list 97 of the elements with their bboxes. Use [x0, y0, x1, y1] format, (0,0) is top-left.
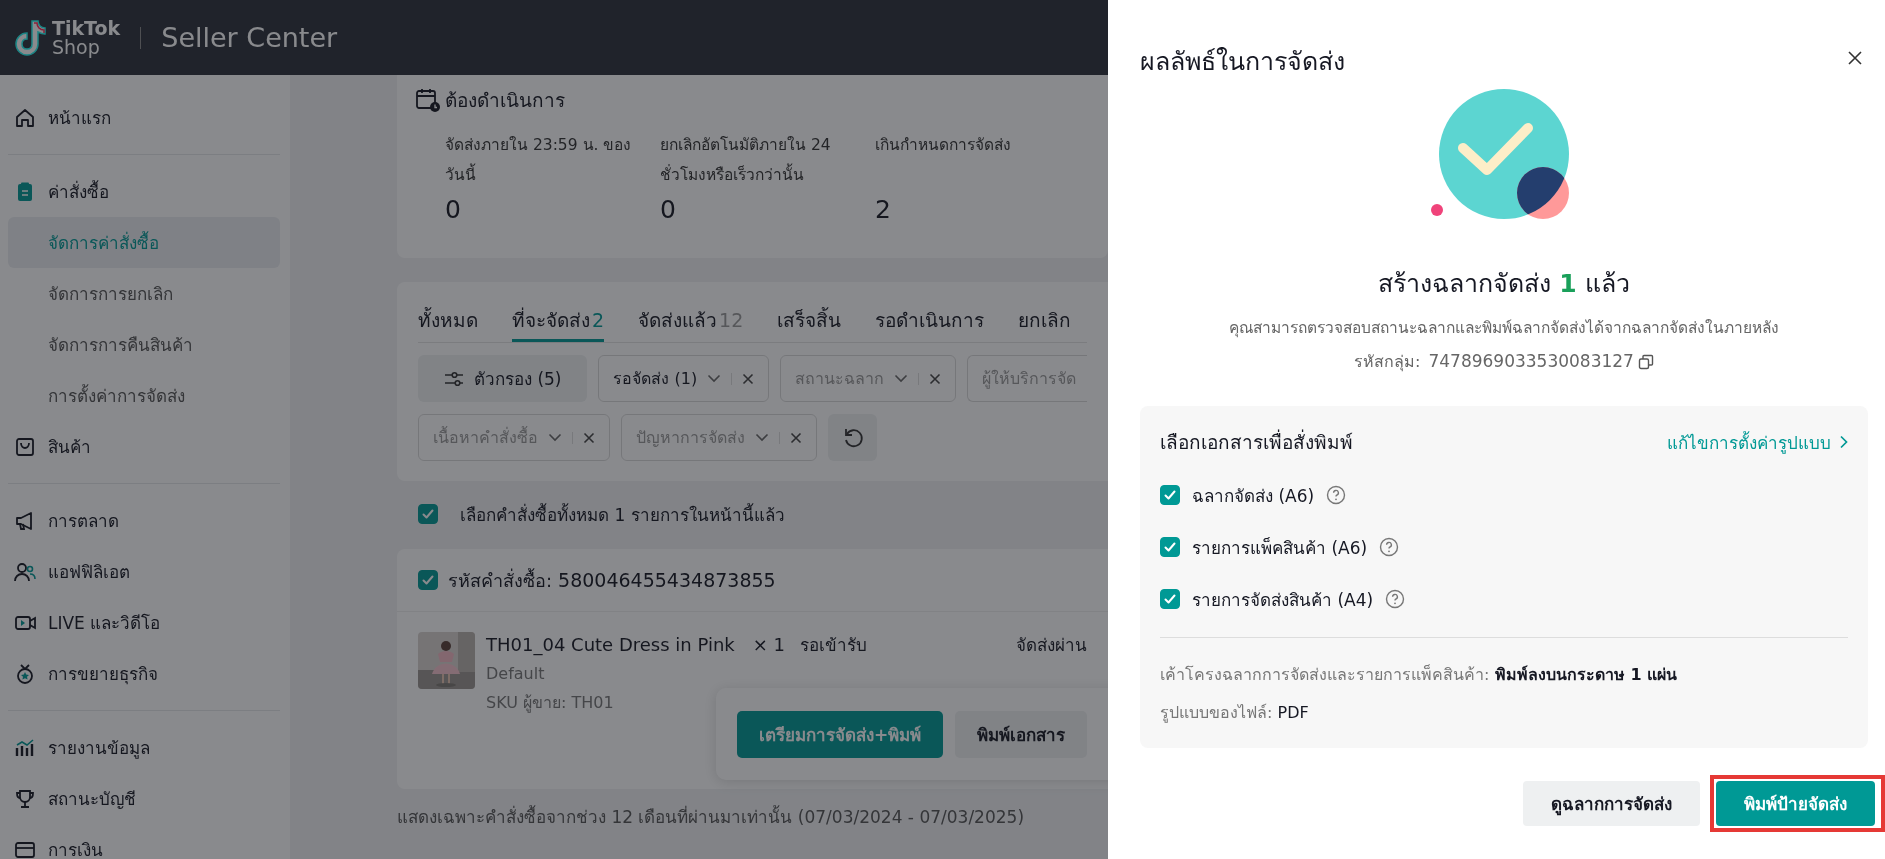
checkmark-icon	[421, 507, 435, 521]
chevron-right-icon	[1839, 435, 1848, 449]
product-name: TH01_04 Cute Dress in Pink	[486, 633, 735, 658]
sidebar-label: ค่าสั่งซื้อ	[48, 179, 109, 204]
checkbox[interactable]	[1160, 537, 1180, 557]
people-icon	[14, 560, 36, 583]
close-icon[interactable]	[1847, 50, 1863, 66]
footnote: แสดงเฉพาะคำสั่งซื้อจากช่วง 12 เดือนที่ผ่านมาเท่านั้น (07/03/2024 - 07/03/2025)	[397, 806, 1025, 828]
tab[interactable]: เสร็จสิ้น	[777, 302, 842, 342]
checkbox[interactable]	[1160, 485, 1180, 505]
metric-label: ยกเลิกอัตโนมัติภายใน 24 ชั่วโมงหรือเร็วกว่านั้น	[660, 135, 832, 186]
tab[interactable]: รอดำเนินการ	[875, 302, 985, 342]
home-icon	[14, 106, 36, 129]
metric-value: 0	[445, 194, 462, 226]
chevron-down-icon	[755, 433, 769, 442]
calendar-clock-icon	[415, 87, 441, 113]
checkmark-icon	[1163, 488, 1177, 502]
help-icon[interactable]	[1379, 537, 1400, 557]
sidebar-item[interactable]: การเงิน	[8, 824, 280, 859]
medal-icon	[14, 662, 36, 685]
checkmark-icon	[1163, 540, 1177, 554]
result-headline: สร้างฉลากจัดส่ง 1 แล้ว	[1377, 268, 1631, 300]
sidebar-item[interactable]: การตลาด	[8, 495, 280, 546]
tiktok-logo-icon	[14, 18, 46, 57]
metric-label: เกินกำหนดการจัดส่ง	[875, 135, 1012, 156]
order-id: รหัสคำสั่งซื้อ: 580046455434873855	[448, 567, 776, 593]
filter-button[interactable]: ตัวกรอง (5)	[418, 355, 588, 402]
sidebar-label: การเงิน	[48, 839, 103, 859]
sidebar-item[interactable]: สินค้า	[8, 421, 280, 472]
app-title: Seller Center	[161, 22, 338, 53]
sidebar-label: สินค้า	[48, 436, 91, 459]
filter-icon	[444, 370, 464, 387]
checkmark-icon	[421, 573, 435, 587]
section-title: ต้องดำเนินการ	[445, 88, 565, 113]
tab[interactable]: ที่จะจัดส่ง 2	[512, 302, 605, 342]
sidebar-label: LIVE และวิดีโอ	[48, 612, 161, 635]
sidebar-label: การขยายธุรกิจ	[48, 663, 158, 687]
sidebar-label: สถานะบัญชี	[48, 788, 136, 811]
info-line: รูปแบบของไฟล์: PDF	[1160, 702, 1310, 725]
document-label: ฉลากจัดส่ง (A6)	[1192, 484, 1315, 508]
order-status: รอเข้ารับ	[800, 634, 868, 657]
chevron-down-icon	[894, 374, 909, 383]
metric-label: จัดส่งภายใน 23:59 น. ของวันนี้	[445, 135, 633, 186]
help-icon[interactable]	[1326, 485, 1347, 505]
reset-button[interactable]	[828, 414, 877, 461]
sidebar-item[interactable]: แอฟฟิลิเอต	[8, 546, 280, 597]
help-icon[interactable]	[1385, 589, 1406, 609]
metric-value: 0	[660, 194, 677, 226]
info-line: เค้าโครงฉลากการจัดส่งและรายการแพ็คสินค้า: พิมพ์ลงบนกระดาษ 1 แผ่น	[1160, 663, 1679, 686]
sidebar-item[interactable]: ค่าสั่งซื้อ	[8, 166, 280, 217]
checkmark-icon	[1163, 592, 1177, 606]
panel-title: เลือกเอกสารเพื่อสั่งพิมพ์	[1160, 428, 1353, 455]
sidebar-label: หน้าแรก	[48, 107, 111, 130]
chevron-down-icon	[707, 374, 722, 383]
copy-icon[interactable]	[1637, 353, 1654, 370]
logo-text: TikTok	[52, 18, 121, 38]
document-label: รายการจัดส่งสินค้า (A4)	[1192, 588, 1374, 612]
sidebar-subitem[interactable]: จัดการการยกเลิก	[8, 268, 280, 319]
sidebar-item[interactable]: รายงานข้อมูล	[8, 722, 280, 773]
sidebar-subitem[interactable]: การตั้งค่าการจัดส่ง	[8, 370, 280, 421]
sidebar-label: แอฟฟิลิเอต	[48, 561, 130, 584]
clear-icon[interactable]	[742, 372, 755, 385]
logo-text: Shop	[52, 37, 101, 57]
drawer-title: ผลลัพธ์ในการจัดส่ง	[1140, 46, 1345, 78]
product-variant: Default	[486, 663, 546, 685]
product-sku: SKU ผู้ขาย: TH01	[486, 692, 615, 715]
document-label: รายการแพ็คสินค้า (A6)	[1192, 536, 1368, 560]
clear-icon[interactable]	[929, 372, 942, 385]
sidebar-label: การตลาด	[48, 510, 119, 533]
bar-chart-icon	[14, 736, 36, 759]
view-labels-button[interactable]: ดูฉลากการจัดส่ง	[1523, 781, 1700, 826]
bag-icon	[14, 435, 36, 458]
tab[interactable]: ยกเลิก	[1018, 302, 1072, 342]
description: คุณสามารถตรวจสอบสถานะฉลากและพิมพ์ฉลากจัดส่งได้จากฉลากจัดส่งในภายหลัง	[1228, 318, 1780, 339]
select-all-label: เลือกคำสั่งซื้อทั้งหมด 1 รายการในหน้านี้แล้ว	[460, 502, 785, 527]
product-quantity: × 1	[752, 633, 785, 657]
shipping-label: จัดส่งผ่าน	[1016, 634, 1087, 657]
sidebar-item[interactable]: หน้าแรก	[8, 92, 280, 143]
checkbox[interactable]	[1160, 589, 1180, 609]
clear-icon[interactable]	[583, 431, 595, 444]
trophy-icon	[14, 787, 36, 810]
sidebar-subitem[interactable]: จัดการการคืนสินค้า	[8, 319, 280, 370]
edit-format-link[interactable]: แก้ไขการตั้งค่ารูปแบบ	[1667, 428, 1848, 456]
sidebar-label: รายงานข้อมูล	[48, 737, 150, 761]
sidebar-item[interactable]: สถานะบัญชี	[8, 773, 280, 824]
clear-icon[interactable]	[790, 431, 802, 444]
print-documents-button[interactable]: พิมพ์เอกสาร	[955, 710, 1088, 758]
metric-value: 2	[875, 194, 892, 226]
tab[interactable]: ทั้งหมด	[418, 302, 478, 342]
checkbox[interactable]	[418, 570, 438, 590]
print-label-button[interactable]: พิมพ์ป้ายจัดส่ง	[1716, 781, 1875, 826]
sidebar-item[interactable]: LIVE และวิดีโอ	[8, 597, 280, 648]
sidebar-item[interactable]: การขยายธุรกิจ	[8, 648, 280, 699]
group-id: รหัสกลุ่ม: 7478969033530083127	[1354, 350, 1634, 373]
filter-select[interactable]: รอจัดส่ง (1)	[598, 355, 770, 402]
chevron-down-icon	[548, 433, 562, 442]
checkbox[interactable]	[418, 504, 438, 524]
